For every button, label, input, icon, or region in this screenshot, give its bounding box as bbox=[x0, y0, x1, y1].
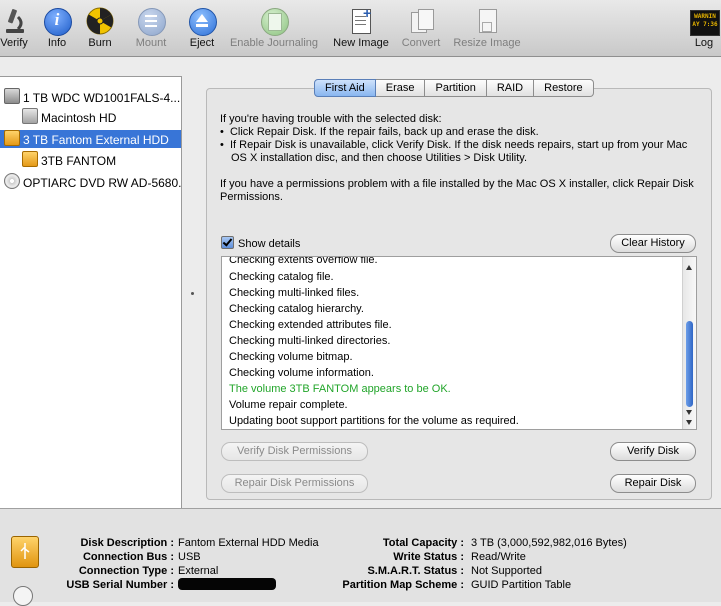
repair-disk-permissions-button[interactable]: Repair Disk Permissions bbox=[221, 474, 368, 493]
scroll-up-arrow-icon[interactable] bbox=[686, 265, 692, 270]
log-icon-line-1: WARNIN bbox=[694, 13, 716, 20]
intro-text: If you're having trouble with the select… bbox=[220, 113, 442, 125]
volume-icon bbox=[22, 108, 38, 124]
dvd-icon bbox=[4, 173, 20, 189]
hard-disk-icon bbox=[4, 88, 20, 104]
toolbar-convert-button[interactable]: Convert bbox=[399, 4, 443, 54]
info-label: S.M.A.R.T. Status : bbox=[367, 565, 464, 577]
show-details-checkbox[interactable]: Show details bbox=[221, 236, 300, 250]
log-icon: WARNIN AY 7:36 bbox=[689, 7, 720, 36]
disk-description-value: Fantom External HDD Media bbox=[178, 537, 319, 549]
log-line: Checking volume bitmap. bbox=[229, 351, 353, 363]
info-icon: i bbox=[43, 7, 72, 36]
volume-item-3tb-fantom[interactable]: 3TB FANTOM bbox=[22, 151, 181, 169]
write-status-value: Read/Write bbox=[471, 551, 526, 563]
toolbar-verify-button[interactable]: Verify bbox=[0, 4, 34, 54]
log-line: Updating boot support partitions for the… bbox=[229, 415, 519, 427]
log-icon-line-2: AY 7:36 bbox=[692, 21, 718, 28]
mount-icon bbox=[137, 7, 166, 36]
journaling-icon bbox=[260, 7, 289, 36]
disk-info-bar: Disk Description : Connection Bus : Conn… bbox=[0, 508, 721, 606]
details-log: Checking extents overflow file. Checking… bbox=[221, 256, 697, 430]
usb-symbol-icon bbox=[20, 543, 30, 559]
burn-icon bbox=[86, 7, 114, 35]
instruction-bullet-1: • Click Repair Disk. If the repair fails… bbox=[220, 126, 539, 138]
smart-status-value: Not Supported bbox=[471, 565, 542, 577]
show-details-label: Show details bbox=[238, 238, 301, 250]
checkbox-checked-icon bbox=[221, 236, 234, 249]
repair-disk-button[interactable]: Repair Disk bbox=[610, 474, 696, 493]
toolbar-mount-button[interactable]: Mount bbox=[130, 4, 172, 54]
connection-type-value: External bbox=[178, 565, 219, 577]
log-line-success: The volume 3TB FANTOM appears to be OK. bbox=[229, 383, 451, 395]
verify-disk-button[interactable]: Verify Disk bbox=[610, 442, 696, 461]
scrollbar-thumb[interactable] bbox=[686, 321, 693, 407]
total-capacity-value: 3 TB (3,000,592,982,016 Bytes) bbox=[471, 537, 627, 549]
external-disk-icon bbox=[4, 130, 20, 146]
tab-raid[interactable]: RAID bbox=[486, 79, 535, 97]
log-line: Checking extents overflow file. bbox=[229, 256, 378, 266]
log-line: Checking multi-linked directories. bbox=[229, 335, 391, 347]
disk-item-fantom-external[interactable]: 3 TB Fantom External HDD bbox=[0, 130, 181, 148]
info-label: Partition Map Scheme : bbox=[342, 579, 464, 591]
convert-icon bbox=[407, 7, 435, 35]
log-line: Checking extended attributes file. bbox=[229, 319, 392, 331]
tab-erase[interactable]: Erase bbox=[375, 79, 426, 97]
info-label: Total Capacity : bbox=[382, 537, 464, 549]
permissions-note: If you have a permissions problem with a… bbox=[220, 178, 694, 203]
scroll-down-arrow-icon[interactable] bbox=[686, 410, 692, 415]
external-disk-large-icon bbox=[11, 536, 39, 568]
toolbar-new-image-button[interactable]: + New Image bbox=[330, 4, 392, 54]
log-line: Checking multi-linked files. bbox=[229, 287, 360, 299]
info-label: Connection Type : bbox=[78, 565, 174, 577]
external-volume-icon bbox=[22, 151, 38, 167]
eject-icon bbox=[188, 7, 217, 36]
log-line: Volume repair complete. bbox=[229, 399, 348, 411]
log-scrollbar[interactable] bbox=[682, 257, 696, 429]
instruction-bullet-2: • If Repair Disk is unavailable, click V… bbox=[220, 139, 688, 164]
split-view-handle[interactable] bbox=[191, 292, 194, 295]
first-aid-instructions: If you're having trouble with the select… bbox=[220, 113, 700, 204]
volume-item-macintosh-hd[interactable]: Macintosh HD bbox=[22, 108, 181, 126]
redacted-serial-number bbox=[178, 578, 276, 590]
log-line: Checking volume information. bbox=[229, 367, 374, 379]
disk-item-optiarc-dvd[interactable]: OPTIARC DVD RW AD-5680... bbox=[4, 173, 181, 191]
new-image-icon: + bbox=[347, 5, 375, 35]
verify-disk-permissions-button[interactable]: Verify Disk Permissions bbox=[221, 442, 368, 461]
toolbar-enable-journaling-button[interactable]: Enable Journaling bbox=[226, 4, 322, 54]
tab-first-aid[interactable]: First Aid bbox=[314, 79, 376, 97]
disk-item-wdc[interactable]: 1 TB WDC WD1001FALS-4... bbox=[4, 88, 181, 106]
tab-restore[interactable]: Restore bbox=[534, 79, 594, 97]
disk-list: 1 TB WDC WD1001FALS-4... Macintosh HD 3 … bbox=[0, 76, 182, 510]
partition-map-value: GUID Partition Table bbox=[471, 579, 572, 591]
log-line: Checking catalog hierarchy. bbox=[229, 303, 364, 315]
info-label: Disk Description : bbox=[80, 537, 174, 549]
toolbar: Verify i Info Burn Mount Eject Enable Jo… bbox=[0, 0, 721, 57]
connection-bus-value: USB bbox=[178, 551, 201, 563]
microscope-icon bbox=[0, 7, 28, 35]
log-line: Checking catalog file. bbox=[229, 271, 334, 283]
tab-partition[interactable]: Partition bbox=[425, 79, 487, 97]
scroll-down-arrow-icon[interactable] bbox=[686, 420, 692, 425]
toolbar-info-button[interactable]: i Info bbox=[40, 4, 74, 54]
tab-bar: First Aid Erase Partition RAID Restore bbox=[314, 79, 594, 97]
resize-image-icon bbox=[473, 7, 501, 35]
info-label: Write Status : bbox=[393, 551, 464, 563]
toolbar-resize-image-button[interactable]: Resize Image bbox=[451, 4, 523, 54]
toolbar-eject-button[interactable]: Eject bbox=[186, 4, 218, 54]
info-label: Connection Bus : bbox=[82, 551, 174, 563]
info-label: USB Serial Number : bbox=[66, 579, 174, 591]
toolbar-log-button[interactable]: WARNIN AY 7:36 Log bbox=[688, 4, 720, 54]
help-icon[interactable] bbox=[13, 586, 33, 606]
toolbar-burn-button[interactable]: Burn bbox=[84, 4, 116, 54]
clear-history-button[interactable]: Clear History bbox=[610, 234, 696, 253]
